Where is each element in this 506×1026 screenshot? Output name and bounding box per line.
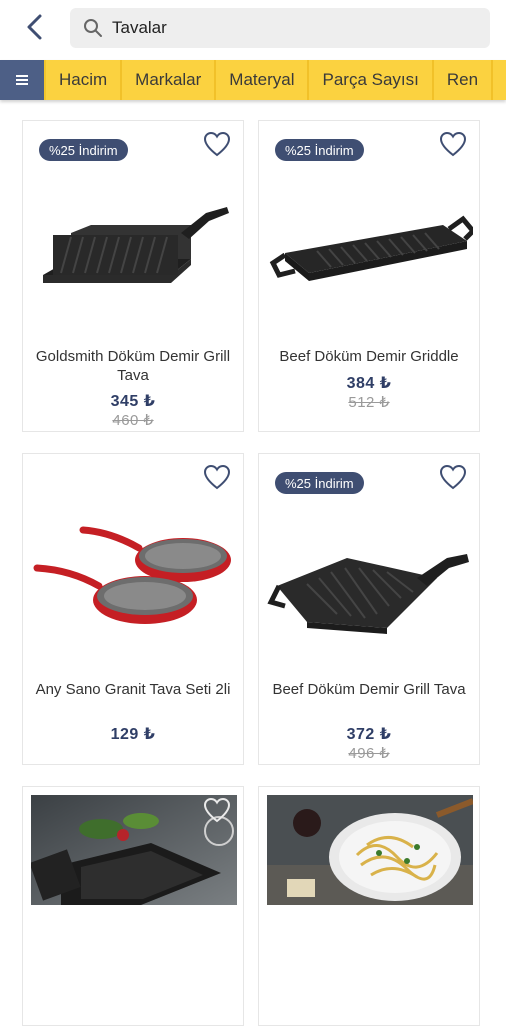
chevron-left-icon [27, 14, 42, 40]
filter-chip-markalar[interactable]: Markalar [122, 60, 217, 100]
product-price: 384 ₺ [346, 375, 392, 392]
filter-chip-renk[interactable]: Ren [434, 60, 494, 100]
search-bar[interactable] [70, 8, 490, 48]
product-card[interactable]: %25 İndirim Beef Döküm Demir Grill Tava … [258, 453, 480, 765]
product-name: Beef Döküm Demir Grill Tava [272, 681, 466, 698]
top-bar [0, 0, 506, 58]
heart-icon[interactable] [203, 797, 231, 823]
discount-badge: %25 İndirim [275, 139, 364, 161]
filter-chip-materyal[interactable]: Materyal [216, 60, 310, 100]
heart-icon[interactable] [439, 464, 467, 490]
heart-icon[interactable] [203, 464, 231, 490]
back-button[interactable] [18, 10, 52, 44]
discount-badge: %25 İndirim [39, 139, 128, 161]
menu-icon [16, 73, 28, 87]
product-card[interactable]: %25 İndirim Goldsmith Döküm Demir Grill … [22, 120, 244, 432]
product-name: Any Sano Granit Tava Seti 2li [35, 681, 231, 698]
product-card[interactable]: Any Sano Granit Tava Seti 2li 129 ₺ [22, 453, 244, 765]
search-input[interactable] [112, 18, 472, 38]
product-image[interactable] [31, 506, 237, 666]
product-name: Goldsmith Döküm Demir Grill Tava [35, 348, 231, 384]
filter-chip-hacim[interactable]: Hacim [46, 60, 123, 100]
product-price: 129 ₺ [110, 726, 156, 743]
filter-chip-parca-sayisi[interactable]: Parça Sayısı [309, 60, 434, 100]
product-price: 345 ₺ [110, 393, 156, 410]
product-image[interactable] [267, 506, 473, 666]
product-image[interactable] [267, 173, 473, 333]
heart-icon[interactable] [203, 131, 231, 157]
filter-menu-button[interactable] [0, 60, 46, 100]
filter-bar: Hacim Markalar Materyal Parça Sayısı Ren [0, 60, 506, 100]
product-card[interactable]: %25 İndirim Beef Döküm Demir Griddle 384… [258, 120, 480, 432]
product-card[interactable] [258, 786, 480, 1026]
product-name: Beef Döküm Demir Griddle [279, 348, 459, 365]
discount-badge: %25 İndirim [275, 472, 364, 494]
product-image[interactable] [31, 173, 237, 333]
product-old-price: 460 ₺ [112, 412, 154, 429]
product-old-price: 496 ₺ [348, 745, 390, 762]
product-old-price: 512 ₺ [348, 394, 390, 411]
heart-icon[interactable] [439, 131, 467, 157]
product-price: 372 ₺ [346, 726, 392, 743]
search-icon [82, 17, 104, 39]
product-image[interactable] [267, 795, 473, 905]
product-card[interactable] [22, 786, 244, 1026]
